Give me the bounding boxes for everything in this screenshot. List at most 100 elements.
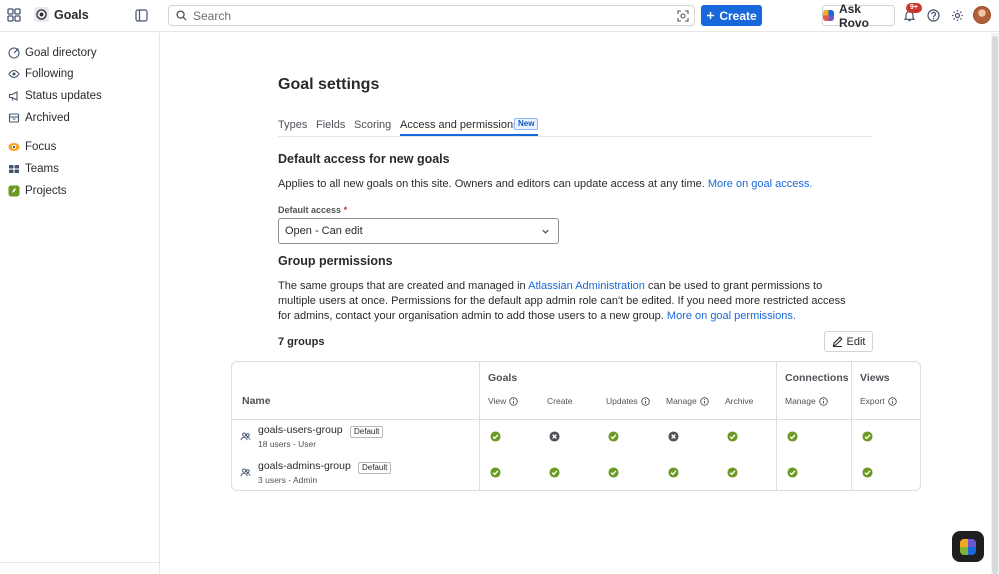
sidebar-collapse-icon[interactable] (134, 8, 148, 22)
info-icon[interactable] (509, 396, 519, 406)
focus-icon (8, 141, 20, 153)
sidebar-item-label: Focus (25, 141, 57, 153)
check-circle-icon (862, 431, 873, 442)
subheader-export: Export (860, 396, 897, 406)
create-button[interactable]: Create (701, 5, 762, 26)
top-navigation: Goals Create Ask Rovo 9+ (0, 0, 999, 32)
header-divider (232, 419, 920, 420)
info-icon[interactable] (887, 396, 897, 406)
sidebar-item-goal-directory[interactable]: Goal directory (0, 43, 159, 63)
edit-button[interactable]: Edit (824, 331, 873, 352)
search-input[interactable] (193, 8, 694, 23)
megaphone-icon (8, 90, 20, 102)
check-circle-icon (608, 431, 619, 442)
default-access-text: Applies to all new goals on this site. O… (278, 178, 705, 190)
rovo-chat-icon (960, 538, 976, 555)
subheader-manage-connections: Manage (785, 396, 828, 406)
subheader-label: View (488, 396, 507, 406)
sidebar-item-status-updates[interactable]: Status updates (0, 86, 159, 106)
ask-rovo-button[interactable]: Ask Rovo (822, 2, 895, 30)
subheader-manage-goals: Manage (666, 396, 709, 406)
default-access-description: Applies to all new goals on this site. O… (278, 177, 878, 192)
group-name[interactable]: goals-users-group (258, 424, 343, 436)
sidebar-item-following[interactable]: Following (0, 64, 159, 84)
sidebar: Goal directory Following Status updates … (0, 33, 160, 574)
info-icon[interactable] (818, 396, 828, 406)
check-circle-icon (490, 467, 501, 478)
subheader-label: Updates (606, 396, 638, 406)
target-icon (8, 47, 20, 59)
search-filter-icon[interactable] (676, 9, 689, 22)
app-switcher-icon[interactable] (6, 7, 22, 23)
sidebar-item-label: Projects (25, 185, 67, 197)
goal-permissions-link[interactable]: More on goal permissions. (667, 310, 796, 322)
rovo-icon (823, 10, 834, 21)
tab-access-and-permissions[interactable]: Access and permissions (400, 119, 519, 131)
default-badge: Default (350, 426, 384, 438)
edit-button-label: Edit (846, 335, 866, 348)
app-brand[interactable]: Goals (34, 7, 89, 22)
subheader-label: Create (547, 396, 573, 406)
subheader-label: Archive (725, 396, 754, 406)
column-divider (851, 362, 852, 490)
goal-access-link[interactable]: More on goal access. (708, 178, 813, 190)
group-member-summary: 18 users - User (258, 439, 317, 449)
subheader-label: Export (860, 396, 885, 406)
permissions-table: Name Goals Connections Views View Create U… (231, 361, 921, 491)
cross-circle-icon (668, 431, 679, 442)
column-header-connections: Connections (785, 372, 849, 384)
group-permissions-description: The same groups that are created and man… (278, 279, 860, 324)
default-access-label-text: Default access (278, 205, 342, 215)
tab-scoring[interactable]: Scoring (354, 119, 391, 131)
default-access-heading: Default access for new goals (278, 152, 450, 166)
sidebar-item-archived[interactable]: Archived (0, 108, 159, 128)
groups-count: 7 groups (278, 336, 325, 348)
eye-icon (8, 68, 20, 80)
user-avatar[interactable] (973, 6, 991, 24)
active-tab-indicator (400, 134, 538, 136)
column-divider (776, 362, 777, 490)
tab-fields[interactable]: Fields (316, 119, 345, 131)
default-access-selected-value: Open - Can edit (285, 225, 363, 237)
column-header-name: Name (242, 395, 271, 407)
settings-gear-icon[interactable] (950, 8, 964, 22)
create-button-label: Create (719, 8, 757, 23)
sidebar-item-label: Status updates (25, 90, 102, 102)
check-circle-icon (727, 431, 738, 442)
check-circle-icon (727, 467, 738, 478)
atlassian-administration-link[interactable]: Atlassian Administration (528, 280, 645, 292)
sidebar-item-teams[interactable]: Teams (0, 159, 159, 179)
notifications-count-badge: 9+ (906, 3, 922, 13)
sidebar-item-focus[interactable]: Focus (0, 137, 159, 157)
check-circle-icon (787, 431, 798, 442)
info-icon[interactable] (640, 396, 650, 406)
search-bar[interactable] (168, 5, 695, 26)
default-access-label: Default access * (278, 205, 347, 215)
goals-logo-icon (34, 7, 49, 22)
info-icon[interactable] (699, 396, 709, 406)
help-icon[interactable] (926, 8, 940, 22)
subheader-label: Manage (785, 396, 816, 406)
ask-rovo-label: Ask Rovo (838, 1, 869, 30)
new-badge: New (514, 118, 539, 130)
check-circle-icon (668, 467, 679, 478)
app-name: Goals (54, 7, 89, 22)
group-name[interactable]: goals-admins-group (258, 460, 351, 472)
sidebar-item-label: Goal directory (25, 47, 97, 59)
settings-tabs: Types Fields Scoring Access and permissi… (278, 117, 872, 137)
default-access-select[interactable]: Open - Can edit (278, 218, 559, 244)
subheader-view: View (488, 396, 519, 406)
tab-types[interactable]: Types (278, 119, 307, 131)
subheader-label: Manage (666, 396, 697, 406)
sidebar-item-projects[interactable]: Projects (0, 181, 159, 201)
rovo-chat-button[interactable] (952, 531, 984, 562)
check-circle-icon (608, 467, 619, 478)
check-circle-icon (549, 467, 560, 478)
required-marker: * (343, 205, 348, 215)
check-circle-icon (862, 467, 873, 478)
subheader-archive: Archive (725, 396, 753, 406)
check-circle-icon (490, 431, 501, 442)
scrollbar-thumb[interactable] (992, 36, 998, 574)
column-header-goals: Goals (488, 372, 518, 384)
sidebar-item-label: Following (25, 68, 74, 80)
